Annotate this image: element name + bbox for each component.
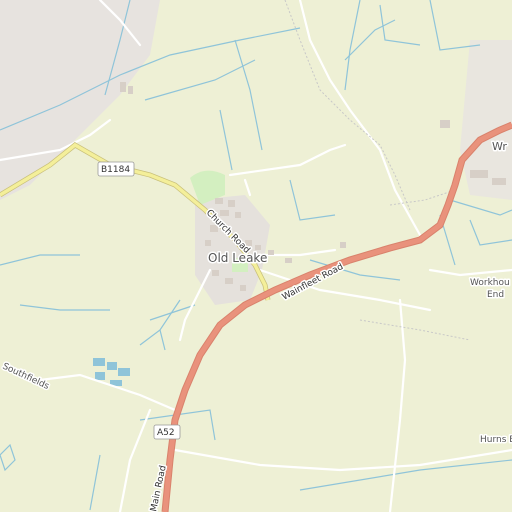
place-label-old-leake[interactable]: Old Leake xyxy=(207,250,269,267)
place-label-workhouse-end-2[interactable]: End xyxy=(486,289,506,302)
shield-b1184-text: B1184 xyxy=(101,165,130,175)
place-label-workhouse-end-1[interactable]: Workhou xyxy=(469,277,512,290)
shield-a52-text: A52 xyxy=(157,428,175,438)
shield-b1184[interactable]: B1184 xyxy=(97,161,135,177)
place-label-hurns-end[interactable]: Hurns E xyxy=(479,434,512,447)
shield-a52[interactable]: A52 xyxy=(153,424,181,440)
place-label-wrangle[interactable]: Wr xyxy=(491,139,509,155)
map-canvas[interactable]: Old Leake Workhou End Southfields Wr Hur… xyxy=(0,0,512,512)
